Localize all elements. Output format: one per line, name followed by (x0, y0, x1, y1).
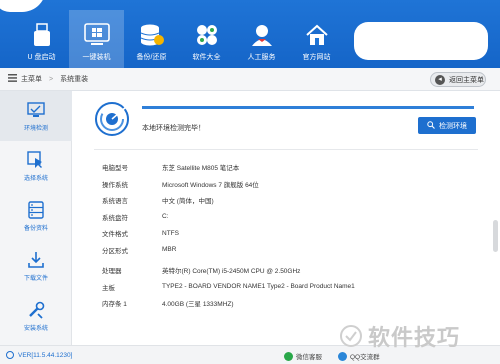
install-tools-icon (29, 301, 45, 319)
sidebar-item-label: 选择系统 (23, 176, 48, 182)
info-row: 操作系统 Microsoft Windows 7 旗舰版 64位 (102, 176, 482, 193)
back-to-menu-button[interactable]: ◂ 返回主菜单 (430, 72, 486, 87)
back-arrow-icon: ◂ (435, 74, 445, 85)
wechat-support-link[interactable]: 微信客服 (284, 351, 322, 361)
info-key: 文件格式 (102, 231, 128, 239)
sidebar-item-label: 备份资料 (23, 226, 48, 232)
nav-label: 一键装机 (82, 54, 111, 61)
wechat-label: 微信客服 (296, 354, 322, 361)
qq-group-link[interactable]: QQ交流群 (338, 351, 380, 361)
top-header: U 盘启动 一键装机 备份/还原 软件大全 人工服务 官方网站 (0, 0, 500, 68)
sidebar-item-backup[interactable]: 备份资料 (0, 191, 72, 241)
backup-data-icon (28, 201, 44, 219)
breadcrumb-home[interactable]: 主菜单 (21, 74, 42, 84)
nav-label: 软件大全 (192, 54, 221, 61)
scrollbar[interactable] (493, 220, 498, 252)
nav-manual-service[interactable]: 人工服务 (234, 10, 289, 68)
info-key: 主板 (102, 284, 115, 292)
database-backup-icon (139, 22, 165, 48)
sidebar-item-select-system[interactable]: 选择系统 (0, 141, 72, 191)
sidebar-item-label: 安装系统 (23, 326, 48, 332)
qq-label: QQ交流群 (350, 354, 380, 361)
detect-status-text: 本地环境检测完毕！ (142, 125, 205, 132)
nav-label: 备份/还原 (136, 54, 167, 61)
wechat-icon (284, 351, 293, 361)
version-text: VER[11.5.44.1230] (18, 351, 73, 359)
sidebar-item-install[interactable]: 安装系统 (0, 291, 72, 341)
detect-progress-bar (142, 106, 474, 109)
info-row: 处理器 英特尔(R) Core(TM) i5-2450M CPU @ 2.50GH… (102, 262, 482, 279)
download-icon (28, 252, 44, 268)
info-row: 电脑型号 东芝 Satellite M805 笔记本 (102, 159, 482, 176)
sidebar-item-label: 下载文件 (23, 276, 48, 282)
info-row: 系统盘符 C: (102, 209, 482, 226)
watermark-logo-icon (340, 325, 362, 347)
scan-logo-icon (95, 102, 129, 136)
info-key: 系统语言 (102, 198, 128, 206)
nav-label: 人工服务 (247, 54, 276, 61)
info-key: 系统盘符 (102, 214, 128, 222)
info-row: 主板 TYPE2 - BOARD VENDOR NAME1 Type2 - Boa… (102, 279, 482, 296)
nav-one-click-install[interactable]: 一键装机 (69, 10, 124, 68)
nav-software[interactable]: 软件大全 (179, 10, 234, 68)
info-row: 分区形式 MBR (102, 242, 482, 259)
sidebar-item-download[interactable]: 下载文件 (0, 241, 72, 291)
info-value: Microsoft Windows 7 旗舰版 64位 (162, 181, 259, 189)
detect-button-label: 检测环境 (439, 122, 467, 130)
info-value: 东芝 Satellite M805 笔记本 (162, 165, 240, 173)
env-check-icon (27, 102, 45, 117)
nav-usb-boot[interactable]: U 盘启动 (14, 10, 69, 68)
breadcrumb: 主菜单 > 系统重装 ◂ 返回主菜单 (0, 68, 500, 91)
info-value: C: (162, 213, 169, 221)
back-button-label: 返回主菜单 (449, 76, 484, 84)
info-key: 处理器 (102, 268, 122, 276)
breadcrumb-trail: 主菜单 > 系统重装 (8, 74, 88, 84)
search-icon (427, 120, 435, 131)
info-row: 系统语言 中文 (简体，中国) (102, 192, 482, 209)
detect-environment-button[interactable]: 检测环境 (418, 117, 476, 134)
header-window-controls-area (354, 22, 488, 60)
info-value: TYPE2 - BOARD VENDOR NAME1 Type2 - Board… (162, 283, 355, 291)
nav-label: U 盘启动 (27, 54, 56, 61)
info-row: 文件格式 NTFS (102, 225, 482, 242)
breadcrumb-separator: > (49, 75, 54, 83)
watermark: 软件技巧 (340, 320, 460, 352)
qq-icon (338, 351, 347, 361)
info-key: 操作系统 (102, 181, 128, 189)
sidebar: 环境检测 选择系统 备份资料 下载文件 安装系统 (0, 91, 72, 345)
info-value: MBR (162, 246, 177, 254)
info-circle-icon (6, 351, 14, 359)
info-key: 电脑型号 (102, 165, 128, 173)
main-panel: 本地环境检测完毕！ 检测环境 电脑型号 东芝 Satellite M805 笔记本… (72, 91, 500, 345)
support-person-icon (249, 22, 275, 48)
monitor-windows-icon (83, 22, 110, 48)
info-key: 分区形式 (102, 247, 128, 255)
breadcrumb-current: 系统重装 (60, 76, 89, 83)
usb-drive-icon (29, 22, 55, 48)
info-value: 4.00GB (三星 1333MHZ) (162, 301, 234, 309)
info-value: 中文 (简体，中国) (162, 198, 214, 206)
sidebar-item-label: 环境检测 (23, 126, 48, 132)
info-value: 英特尔(R) Core(TM) i5-2450M CPU @ 2.50GHz (162, 268, 301, 276)
nav-official-site[interactable]: 官方网站 (289, 10, 344, 68)
watermark-text: 软件技巧 (368, 325, 461, 350)
info-row: 内存条 1 4.00GB (三星 1333MHZ) (102, 295, 482, 312)
version-info: VER[11.5.44.1230] (6, 351, 72, 359)
home-icon (304, 22, 330, 48)
info-key: 内存条 1 (102, 301, 127, 309)
divider (94, 149, 478, 150)
nav-backup-restore[interactable]: 备份/还原 (124, 10, 179, 68)
nav-label: 官方网站 (302, 54, 331, 61)
info-value: NTFS (162, 229, 179, 237)
main-nav: U 盘启动 一键装机 备份/还原 软件大全 人工服务 官方网站 (14, 10, 344, 68)
menu-icon (8, 74, 17, 84)
system-info-list: 电脑型号 东芝 Satellite M805 笔记本 操作系统 Microsoft … (102, 159, 482, 312)
select-system-icon (27, 151, 42, 168)
sidebar-item-env-check[interactable]: 环境检测 (0, 91, 72, 141)
apps-grid-icon (194, 22, 220, 48)
